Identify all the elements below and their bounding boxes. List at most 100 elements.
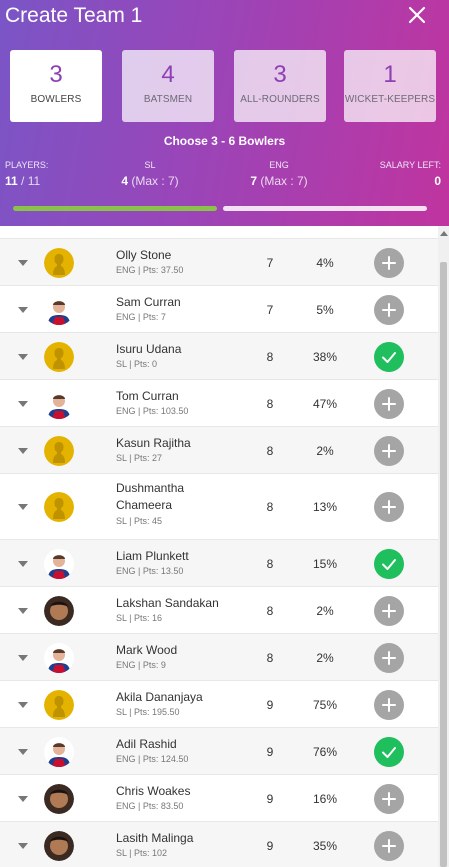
- scrollbar[interactable]: [438, 226, 449, 867]
- player-name: Chris Woakes: [116, 784, 191, 798]
- player-avatar: [44, 294, 74, 325]
- player-credits: 9: [266, 697, 274, 712]
- expand-caret-icon[interactable]: [18, 306, 28, 314]
- player-credits: 8: [266, 443, 274, 458]
- player-row[interactable]: Liam Plunkett ENG | Pts: 13.50 8 15%: [0, 539, 438, 586]
- add-player-button[interactable]: [374, 595, 404, 626]
- plus-icon: [382, 791, 396, 806]
- expand-caret-icon[interactable]: [18, 259, 28, 267]
- players-stat: PLAYERS: 11 / 11: [5, 160, 48, 188]
- player-avatar: [44, 492, 74, 522]
- player-credits: 8: [266, 650, 274, 665]
- tab-count: 3: [273, 61, 287, 88]
- expand-caret-icon[interactable]: [18, 447, 28, 455]
- remove-player-button[interactable]: [374, 736, 404, 767]
- player-row[interactable]: Olly Stone ENG | Pts: 37.50 7 4%: [0, 238, 438, 285]
- add-player-button[interactable]: [374, 435, 404, 466]
- close-button[interactable]: [404, 2, 430, 28]
- expand-caret-icon[interactable]: [18, 353, 28, 361]
- plus-icon: [382, 697, 396, 712]
- players-label: PLAYERS:: [5, 160, 49, 170]
- salary-label: SALARY LEFT:: [379, 160, 441, 170]
- player-name: Akila Dananjaya: [116, 690, 203, 704]
- expand-caret-icon[interactable]: [18, 654, 28, 662]
- player-row[interactable]: Dushmantha Chameera SL | Pts: 45 8 13%: [0, 473, 438, 539]
- expand-caret-icon[interactable]: [18, 748, 28, 756]
- selected-by-percent: 2%: [316, 650, 334, 665]
- team2-stat: ENG 7 (Max : 7): [245, 160, 313, 188]
- add-player-button[interactable]: [374, 294, 404, 325]
- selected-by-percent: 76%: [312, 744, 338, 759]
- tab-label: BOWLERS: [30, 94, 82, 105]
- plus-icon: [382, 396, 396, 411]
- add-player-button[interactable]: [374, 388, 404, 419]
- tab-count: 3: [49, 61, 63, 88]
- player-row[interactable]: Mark Wood ENG | Pts: 9 8 2%: [0, 633, 438, 680]
- player-meta: ENG | Pts: 124.50: [116, 754, 189, 764]
- close-icon: [408, 6, 426, 24]
- selected-by-percent: 35%: [312, 838, 338, 853]
- player-meta: SL | Pts: 0: [116, 359, 158, 369]
- expand-caret-icon[interactable]: [18, 400, 28, 408]
- add-player-button[interactable]: [374, 783, 404, 814]
- player-row[interactable]: Isuru Udana SL | Pts: 0 8 38%: [0, 332, 438, 379]
- tab-batsmen[interactable]: 4 BATSMEN: [122, 50, 214, 122]
- scroll-up-arrow-icon[interactable]: [440, 231, 448, 236]
- selected-by-percent: 38%: [312, 349, 338, 364]
- expand-caret-icon[interactable]: [18, 701, 28, 709]
- scrollbar-thumb[interactable]: [440, 262, 447, 867]
- selected-by-percent: 2%: [316, 603, 334, 618]
- player-row[interactable]: Akila Dananjaya SL | Pts: 195.50 9 75%: [0, 680, 438, 727]
- player-credits: 8: [266, 349, 274, 364]
- team1-label: SL: [144, 160, 156, 170]
- expand-caret-icon[interactable]: [18, 560, 28, 568]
- selected-by-percent: 47%: [312, 396, 338, 411]
- player-meta: SL | Pts: 195.50: [116, 707, 180, 717]
- plus-icon: [382, 603, 396, 618]
- player-avatar: [44, 830, 74, 861]
- team-progress-remaining: [223, 206, 427, 211]
- expand-caret-icon[interactable]: [18, 503, 28, 511]
- expand-caret-icon[interactable]: [18, 795, 28, 803]
- player-avatar: [44, 435, 74, 466]
- tab-bowlers[interactable]: 3 BOWLERS: [10, 50, 102, 122]
- player-name: Dushmantha Chameera: [116, 481, 185, 512]
- tab-all-rounders[interactable]: 3 ALL-ROUNDERS: [234, 50, 326, 122]
- expand-caret-icon[interactable]: [18, 842, 28, 850]
- add-player-button[interactable]: [374, 830, 404, 861]
- add-player-button[interactable]: [374, 492, 404, 522]
- player-row[interactable]: Sam Curran ENG | Pts: 7 7 5%: [0, 285, 438, 332]
- player-name: Sam Curran: [116, 295, 181, 309]
- remove-player-button[interactable]: [374, 548, 404, 579]
- player-meta: SL | Pts: 27: [116, 453, 163, 463]
- remove-player-button[interactable]: [374, 341, 404, 372]
- player-row[interactable]: Kasun Rajitha SL | Pts: 27 8 2%: [0, 426, 438, 473]
- selected-by-percent: 15%: [312, 556, 338, 571]
- expand-caret-icon[interactable]: [18, 607, 28, 615]
- player-row[interactable]: Tom Curran ENG | Pts: 103.50 8 47%: [0, 379, 438, 426]
- team1-value: 4 (Max : 7): [121, 174, 179, 188]
- selected-by-percent: 75%: [312, 697, 338, 712]
- selected-by-percent: 4%: [316, 255, 334, 270]
- player-row[interactable]: Chris Woakes ENG | Pts: 83.50 9 16%: [0, 774, 438, 821]
- player-name: Lakshan Sandakan: [116, 596, 219, 610]
- tab-wicket-keepers[interactable]: 1 WICKET-KEEPERS: [344, 50, 436, 122]
- player-row[interactable]: Lasith Malinga SL | Pts: 102 9 35%: [0, 821, 438, 867]
- player-credits: 9: [266, 791, 274, 806]
- player-list: Olly Stone ENG | Pts: 37.50 7 4% Sam Curran E…: [0, 226, 438, 867]
- team-progress-filled: [13, 206, 217, 211]
- add-player-button[interactable]: [374, 247, 404, 278]
- plus-icon: [382, 255, 396, 270]
- player-credits: 8: [266, 500, 274, 514]
- player-name: Liam Plunkett: [116, 549, 189, 563]
- player-meta: ENG | Pts: 9: [116, 660, 166, 670]
- player-meta: SL | Pts: 102: [116, 848, 168, 858]
- players-value: 11 / 11: [5, 174, 41, 188]
- player-row[interactable]: Adil Rashid ENG | Pts: 124.50 9 76%: [0, 727, 438, 774]
- player-meta: SL | Pts: 16: [116, 613, 163, 623]
- team2-value: 7 (Max : 7): [250, 174, 308, 188]
- add-player-button[interactable]: [374, 689, 404, 720]
- player-row[interactable]: Lakshan Sandakan SL | Pts: 16 8 2%: [0, 586, 438, 633]
- player-avatar: [44, 736, 74, 767]
- add-player-button[interactable]: [374, 642, 404, 673]
